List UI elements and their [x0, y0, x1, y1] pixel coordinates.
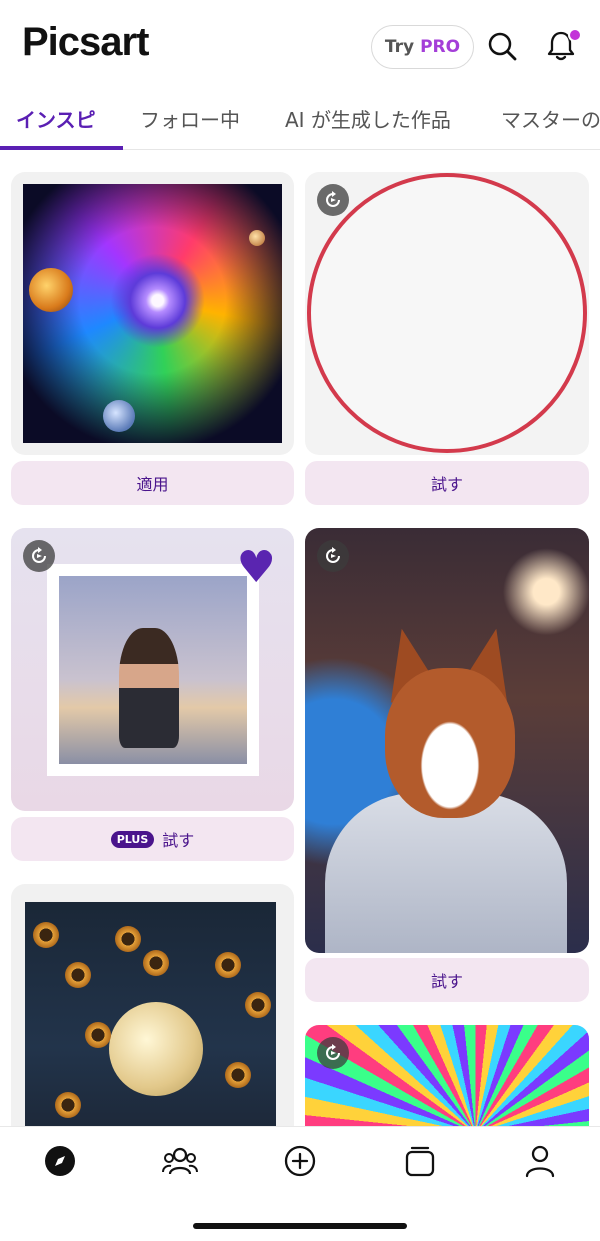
feed-card-moon[interactable]	[11, 884, 294, 1144]
plus-badge: PLUS	[110, 830, 155, 848]
loading-ring	[307, 173, 587, 453]
notification-dot	[568, 28, 582, 42]
sunflower	[55, 1092, 81, 1118]
feed-card-placeholder[interactable]	[305, 172, 589, 455]
tab-following[interactable]: フォロー中	[140, 100, 240, 140]
full-moon	[109, 1002, 203, 1096]
plus-try-button[interactable]: PLUS 試す	[11, 817, 294, 861]
heart-sticker-icon: ♥	[236, 542, 276, 593]
app-header: Picsart Try PRO	[0, 0, 600, 92]
sunflower	[225, 1062, 251, 1088]
feed-card-cosmic[interactable]	[11, 172, 294, 455]
projects-icon[interactable]	[400, 1141, 440, 1181]
planet-decoration	[29, 268, 73, 312]
picsart-logo[interactable]: Picsart	[22, 20, 149, 65]
corgi-head	[385, 668, 515, 818]
try-button[interactable]: 試す	[305, 958, 589, 1002]
sunflower	[85, 1022, 111, 1048]
sunflower	[215, 952, 241, 978]
planet-decoration	[103, 400, 135, 432]
explore-icon[interactable]	[40, 1141, 80, 1181]
apply-button[interactable]: 適用	[11, 461, 294, 505]
sunflower	[33, 922, 59, 948]
try-pro-button[interactable]: Try PRO	[371, 25, 474, 69]
girl-figure	[119, 628, 179, 748]
replay-icon	[23, 540, 55, 572]
cosmic-spiral-image	[23, 184, 282, 443]
profile-icon[interactable]	[520, 1141, 560, 1181]
polaroid-frame	[47, 564, 259, 776]
pro-label: PRO	[420, 37, 461, 57]
try-label: 試す	[162, 831, 195, 850]
night-sky-image	[25, 902, 276, 1144]
active-tab-indicator	[0, 146, 123, 150]
sunflower	[65, 962, 91, 988]
tab-inspiration[interactable]: インスピ	[16, 100, 96, 140]
sunflower	[245, 992, 271, 1018]
try-button[interactable]: 試す	[305, 461, 589, 505]
replay-icon	[317, 1037, 349, 1069]
search-icon[interactable]	[482, 26, 522, 66]
sunflower	[115, 926, 141, 952]
create-icon[interactable]	[280, 1141, 320, 1181]
replay-icon	[317, 540, 349, 572]
feed-card-corgi[interactable]	[305, 528, 589, 953]
community-icon[interactable]	[160, 1141, 200, 1181]
tab-masters[interactable]: マスターの	[501, 100, 600, 140]
replay-icon	[317, 184, 349, 216]
feed-card-polaroid[interactable]: ♥	[11, 528, 294, 811]
sunflower	[143, 950, 169, 976]
portrait-photo	[59, 576, 247, 764]
planet-decoration	[249, 230, 265, 246]
try-label: Try	[384, 37, 415, 57]
home-indicator	[193, 1223, 407, 1229]
feed-tabs: インスピ フォロー中 AI が生成した作品 マスターの	[0, 92, 600, 150]
tab-ai-generated[interactable]: AI が生成した作品	[285, 100, 451, 140]
